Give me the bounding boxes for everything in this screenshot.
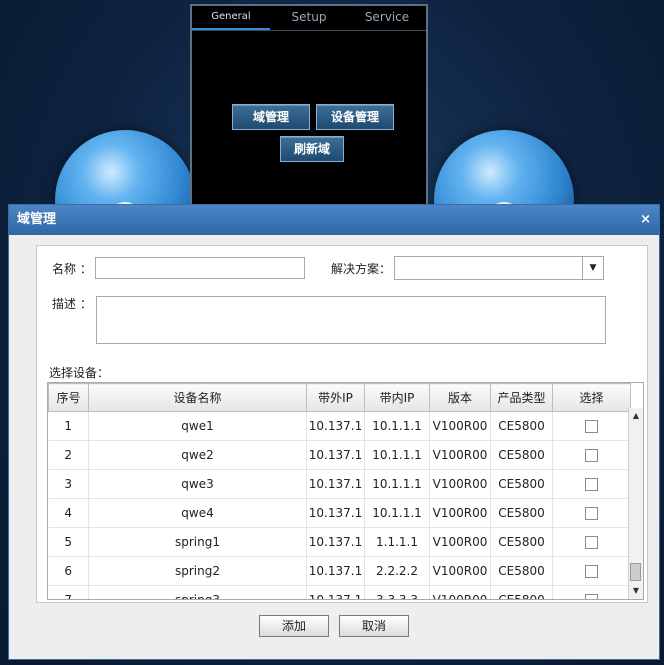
row-select-cell bbox=[552, 440, 631, 470]
add-button[interactable]: 添加 bbox=[259, 615, 329, 637]
domain-management-dialog: 域管理 × 名称 ： 解决方案： ▼ 描述 ： 选择设备： 序号 设备名称 带外… bbox=[8, 204, 660, 660]
name-label: 名称 ： bbox=[52, 262, 92, 276]
row-device-name: spring1 bbox=[88, 527, 307, 557]
row-oob-ip: 10.137.1 bbox=[306, 498, 365, 528]
description-textarea[interactable] bbox=[96, 296, 606, 344]
device-table: 序号 设备名称 带外IP 带内IP 版本 产品类型 选择 1 qwe1 10.1… bbox=[47, 382, 644, 600]
row-checkbox[interactable] bbox=[585, 478, 598, 491]
row-device-name: qwe4 bbox=[88, 498, 307, 528]
row-version: V100R00 bbox=[429, 411, 491, 441]
scroll-down-icon[interactable]: ▼ bbox=[629, 583, 643, 599]
column-header-product-type[interactable]: 产品类型 bbox=[490, 383, 553, 412]
row-inband-ip: 10.1.1.1 bbox=[364, 498, 430, 528]
row-inband-ip: 1.1.1.1 bbox=[364, 527, 430, 557]
table-row[interactable]: 6 spring2 10.137.1 2.2.2.2 V100R00 CE580… bbox=[48, 556, 631, 586]
scroll-up-icon[interactable]: ▲ bbox=[629, 408, 643, 424]
tab-setup[interactable]: Setup bbox=[270, 6, 348, 30]
row-checkbox[interactable] bbox=[585, 536, 598, 549]
solution-select[interactable]: ▼ bbox=[394, 256, 604, 280]
select-devices-label: 选择设备： bbox=[49, 366, 110, 380]
row-inband-ip: 2.2.2.2 bbox=[364, 556, 430, 586]
row-device-name: qwe2 bbox=[88, 440, 307, 470]
row-version: V100R00 bbox=[429, 469, 491, 499]
row-no: 6 bbox=[48, 556, 89, 586]
row-product-type: CE5800 bbox=[490, 585, 553, 599]
row-inband-ip: 10.1.1.1 bbox=[364, 411, 430, 441]
top-panel: General Setup Service 域管理 设备管理 刷新域 bbox=[190, 4, 428, 206]
row-oob-ip: 10.137.1 bbox=[306, 411, 365, 441]
row-checkbox[interactable] bbox=[585, 594, 598, 599]
row-no: 7 bbox=[48, 585, 89, 599]
row-product-type: CE5800 bbox=[490, 411, 553, 441]
row-product-type: CE5800 bbox=[490, 498, 553, 528]
row-oob-ip: 10.137.1 bbox=[306, 469, 365, 499]
row-select-cell bbox=[552, 469, 631, 499]
row-oob-ip: 10.137.1 bbox=[306, 556, 365, 586]
column-header-inband-ip[interactable]: 带内IP bbox=[364, 383, 430, 412]
tab-service[interactable]: Service bbox=[348, 6, 426, 30]
column-header-no[interactable]: 序号 bbox=[48, 383, 89, 412]
row-oob-ip: 10.137.1 bbox=[306, 527, 365, 557]
name-input[interactable] bbox=[95, 257, 305, 279]
row-oob-ip: 10.137.1 bbox=[306, 585, 365, 599]
scrollbar-thumb[interactable] bbox=[630, 563, 641, 581]
row-select-cell bbox=[552, 411, 631, 441]
row-checkbox[interactable] bbox=[585, 565, 598, 578]
chevron-down-icon[interactable]: ▼ bbox=[582, 257, 603, 279]
row-select-cell bbox=[552, 556, 631, 586]
row-select-cell bbox=[552, 498, 631, 528]
dialog-content: 名称 ： 解决方案： ▼ 描述 ： 选择设备： 序号 设备名称 带外IP 带内I… bbox=[36, 245, 648, 603]
row-checkbox[interactable] bbox=[585, 420, 598, 433]
column-header-oob-ip[interactable]: 带外IP bbox=[306, 383, 365, 412]
table-row[interactable]: 3 qwe3 10.137.1 10.1.1.1 V100R00 CE5800 bbox=[48, 469, 631, 499]
table-row[interactable]: 1 qwe1 10.137.1 10.1.1.1 V100R00 CE5800 bbox=[48, 411, 631, 441]
row-product-type: CE5800 bbox=[490, 469, 553, 499]
dialog-title: 域管理 bbox=[17, 212, 57, 227]
row-select-cell bbox=[552, 527, 631, 557]
row-no: 1 bbox=[48, 411, 89, 441]
row-product-type: CE5800 bbox=[490, 556, 553, 586]
row-version: V100R00 bbox=[429, 527, 491, 557]
row-device-name: qwe3 bbox=[88, 469, 307, 499]
row-device-name: spring3 bbox=[88, 585, 307, 599]
tab-general[interactable]: General bbox=[192, 6, 270, 30]
column-header-select[interactable]: 选择 bbox=[552, 383, 631, 412]
row-version: V100R00 bbox=[429, 556, 491, 586]
table-header-row: 序号 设备名称 带外IP 带内IP 版本 产品类型 选择 bbox=[48, 383, 631, 412]
row-version: V100R00 bbox=[429, 440, 491, 470]
row-checkbox[interactable] bbox=[585, 507, 598, 520]
row-no: 2 bbox=[48, 440, 89, 470]
table-scrollbar[interactable]: ▲ ▼ bbox=[628, 408, 643, 599]
row-product-type: CE5800 bbox=[490, 440, 553, 470]
cancel-button[interactable]: 取消 bbox=[339, 615, 409, 637]
row-inband-ip: 10.1.1.1 bbox=[364, 469, 430, 499]
row-no: 4 bbox=[48, 498, 89, 528]
domain-management-button[interactable]: 域管理 bbox=[232, 104, 310, 130]
column-header-version[interactable]: 版本 bbox=[429, 383, 491, 412]
row-device-name: qwe1 bbox=[88, 411, 307, 441]
close-icon[interactable]: × bbox=[640, 205, 651, 235]
row-version: V100R00 bbox=[429, 585, 491, 599]
table-row[interactable]: 2 qwe2 10.137.1 10.1.1.1 V100R00 CE5800 bbox=[48, 440, 631, 470]
row-product-type: CE5800 bbox=[490, 527, 553, 557]
row-no: 3 bbox=[48, 469, 89, 499]
row-checkbox[interactable] bbox=[585, 449, 598, 462]
row-device-name: spring2 bbox=[88, 556, 307, 586]
column-header-device-name[interactable]: 设备名称 bbox=[88, 383, 307, 412]
row-oob-ip: 10.137.1 bbox=[306, 440, 365, 470]
refresh-domain-button[interactable]: 刷新域 bbox=[280, 136, 344, 162]
row-inband-ip: 10.1.1.1 bbox=[364, 440, 430, 470]
row-no: 5 bbox=[48, 527, 89, 557]
table-row[interactable]: 5 spring1 10.137.1 1.1.1.1 V100R00 CE580… bbox=[48, 527, 631, 557]
dialog-titlebar: 域管理 × bbox=[9, 205, 659, 235]
device-management-button[interactable]: 设备管理 bbox=[316, 104, 394, 130]
tab-bar: General Setup Service bbox=[192, 6, 426, 31]
row-version: V100R00 bbox=[429, 498, 491, 528]
table-row[interactable]: 4 qwe4 10.137.1 10.1.1.1 V100R00 CE5800 bbox=[48, 498, 631, 528]
table-row[interactable]: 7 spring3 10.137.1 3.3.3.3 V100R00 CE580… bbox=[48, 585, 631, 599]
row-inband-ip: 3.3.3.3 bbox=[364, 585, 430, 599]
row-select-cell bbox=[552, 585, 631, 599]
solution-label: 解决方案： bbox=[331, 262, 392, 276]
description-label: 描述 ： bbox=[52, 297, 92, 311]
